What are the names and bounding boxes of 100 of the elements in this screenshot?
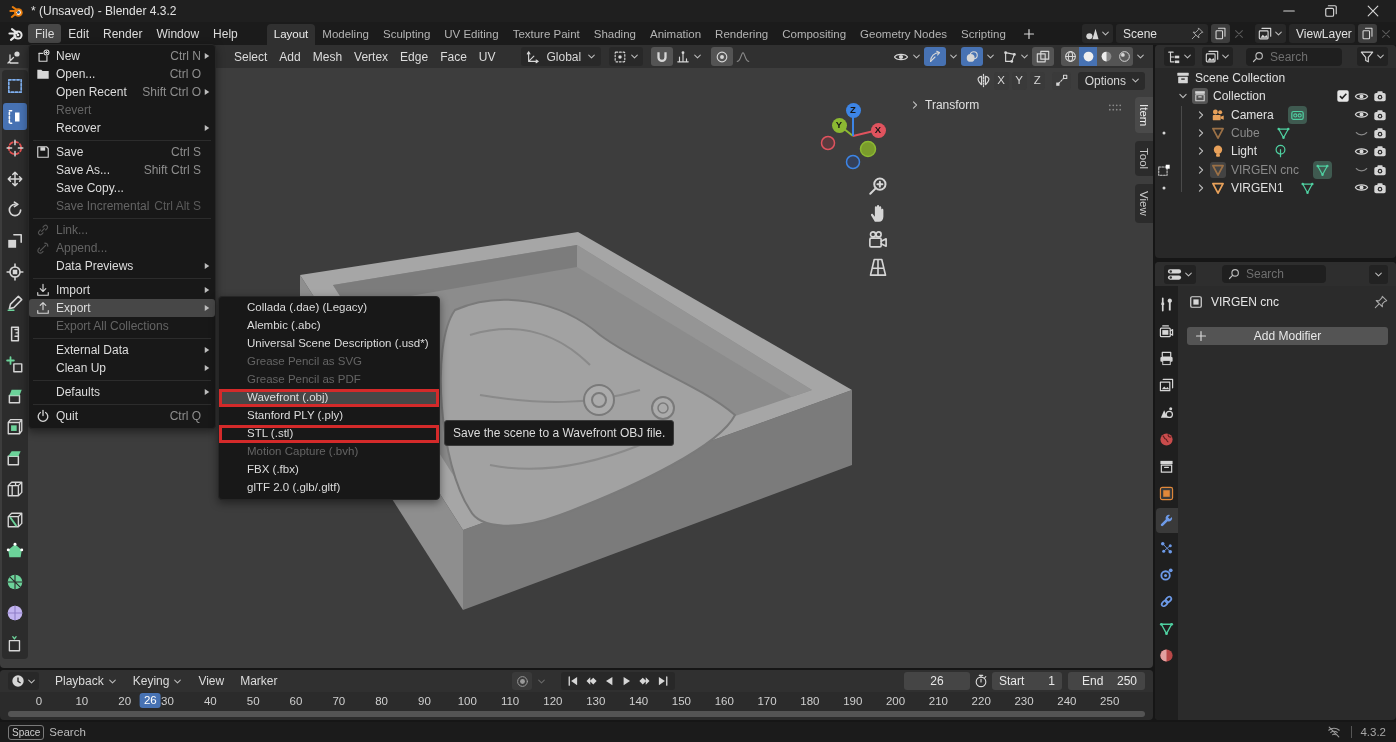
pin-icon[interactable] xyxy=(1374,295,1388,309)
viewport-editor-icon[interactable] xyxy=(6,48,22,65)
workspace-tab[interactable]: Modeling xyxy=(315,24,376,45)
menu-item[interactable]: Clean Up xyxy=(29,359,215,377)
menu-item[interactable]: Data Previews xyxy=(29,257,215,275)
mesh-vertices-icon[interactable] xyxy=(1003,49,1017,64)
mirror-axis-button[interactable]: X xyxy=(993,71,1009,90)
checkbox[interactable] xyxy=(1336,89,1350,104)
menu-item[interactable]: Help xyxy=(206,24,245,43)
pivot-dropdown[interactable] xyxy=(609,47,644,66)
view-layer-field[interactable]: ViewLayer xyxy=(1289,24,1355,43)
menu-item[interactable]: FBX (.fbx) xyxy=(219,461,439,479)
stopwatch-icon[interactable] xyxy=(974,674,988,688)
butterfly-mirror-icon[interactable] xyxy=(975,73,991,88)
menu-item[interactable]: Quit Ctrl Q xyxy=(29,407,215,425)
chevron-down-icon[interactable] xyxy=(693,52,703,61)
mirror-axis-button[interactable]: Y xyxy=(1011,71,1027,90)
viewport-toggle[interactable] xyxy=(961,47,983,66)
display-mode-button[interactable] xyxy=(1164,47,1195,66)
menu-item[interactable]: STL (.stl) xyxy=(219,425,439,443)
menu-item[interactable]: Stanford PLY (.ply) xyxy=(219,407,439,425)
menu-item[interactable]: Wavefront (.obj) xyxy=(219,389,439,407)
menu-item[interactable]: Collada (.dae) (Legacy) xyxy=(219,299,439,317)
header-menu[interactable]: Face xyxy=(434,47,473,66)
add-modifier-button[interactable]: Add Modifier xyxy=(1187,327,1388,345)
timeline-menu[interactable]: Marker xyxy=(234,671,284,691)
menu-item[interactable]: New Ctrl N xyxy=(29,47,215,65)
outliner-item[interactable]: Collection xyxy=(1213,89,1266,104)
sidebar-tab[interactable]: View xyxy=(1135,184,1153,224)
axis-handle[interactable]: Z xyxy=(845,102,861,118)
editor-type-button[interactable] xyxy=(1164,264,1196,284)
menu-item[interactable]: Save Copy... xyxy=(29,179,215,197)
zoom-icon[interactable] xyxy=(868,176,888,196)
sidebar-tab[interactable]: Item xyxy=(1135,97,1153,134)
view-layer-browse-button[interactable] xyxy=(1255,24,1286,43)
triangle-icon[interactable] xyxy=(1210,125,1226,142)
viewport-toggle[interactable] xyxy=(924,47,946,66)
menu-item[interactable]: glTF 2.0 (.glb/.gltf) xyxy=(219,479,439,497)
copy-icon[interactable] xyxy=(1358,24,1377,43)
header-menu[interactable]: Vertex xyxy=(348,47,395,66)
shading-mode-button[interactable] xyxy=(1097,47,1115,66)
pin-icon[interactable] xyxy=(1191,27,1204,40)
snap-target-icon[interactable] xyxy=(676,49,691,64)
workspace-tab[interactable]: Layout xyxy=(266,24,316,45)
orientation-dropdown[interactable]: Global xyxy=(521,47,602,66)
camera-icon[interactable] xyxy=(1373,162,1387,177)
falloff-curve-icon[interactable] xyxy=(736,49,751,64)
camera-icon[interactable] xyxy=(1373,89,1387,104)
menu-item[interactable]: Save As... Shift Ctrl S xyxy=(29,161,215,179)
chevron-down-icon[interactable] xyxy=(912,52,921,61)
record-button[interactable] xyxy=(512,672,533,690)
menu-item[interactable]: Open... Ctrl O xyxy=(29,65,215,83)
edit-mode-icon[interactable] xyxy=(1157,162,1171,177)
transform-panel-header[interactable]: Transform xyxy=(910,96,980,114)
menu-item[interactable]: Save Ctrl S xyxy=(29,143,215,161)
chevron-down-icon[interactable] xyxy=(949,52,958,61)
menu-item[interactable]: File xyxy=(28,24,62,43)
timeline-menu[interactable]: View xyxy=(192,671,231,691)
maximize-icon[interactable] xyxy=(1324,4,1338,18)
triangle-icon[interactable] xyxy=(1210,161,1226,178)
menu-item[interactable]: Export xyxy=(29,299,215,317)
header-menu[interactable]: Select xyxy=(228,47,274,66)
menu-item[interactable]: Open Recent Shift Ctrl O xyxy=(29,83,215,101)
outliner-item[interactable]: Light xyxy=(1231,144,1258,159)
workspace-tab[interactable]: Texture Paint xyxy=(505,24,587,45)
workspace-tab[interactable]: UV Editing xyxy=(437,24,506,45)
outliner-item[interactable]: VIRGEN1 xyxy=(1231,180,1284,195)
workspace-tab[interactable]: Compositing xyxy=(775,24,854,45)
chevron-down-icon[interactable] xyxy=(986,52,995,61)
camera-data-icon[interactable] xyxy=(1287,105,1307,124)
blender-logo-icon[interactable] xyxy=(8,25,24,42)
previous-keyframe-icon[interactable] xyxy=(585,675,598,687)
viewport-toggle[interactable] xyxy=(1032,47,1054,66)
menu-item[interactable]: Edit xyxy=(61,24,97,43)
outliner-item[interactable]: VIRGEN cnc xyxy=(1231,162,1299,177)
snap-toggle[interactable] xyxy=(651,47,674,66)
jump-end-icon[interactable] xyxy=(657,675,670,687)
movie-camera-icon[interactable] xyxy=(868,230,888,250)
options-dropdown[interactable]: Options xyxy=(1077,71,1145,90)
chevron-down-icon[interactable] xyxy=(1020,52,1029,61)
outliner-item[interactable]: Scene Collection xyxy=(1195,71,1286,86)
outliner-item[interactable]: Cube xyxy=(1231,126,1260,141)
start-frame-field[interactable]: Start 1 xyxy=(992,672,1062,690)
camera-icon[interactable] xyxy=(1373,144,1387,159)
shading-mode-button[interactable] xyxy=(1061,47,1079,66)
properties-tab[interactable] xyxy=(1155,508,1178,533)
header-menu[interactable]: Add xyxy=(273,47,307,66)
scene-name-field[interactable]: Scene xyxy=(1116,24,1208,43)
current-frame-indicator[interactable]: 26 xyxy=(140,693,161,708)
camera-icon[interactable] xyxy=(1373,180,1387,195)
current-frame-field[interactable]: 26 xyxy=(904,672,970,690)
sidebar-tab[interactable]: Tool xyxy=(1135,141,1153,177)
shading-mode-button[interactable] xyxy=(1115,47,1133,66)
editor-type-button[interactable] xyxy=(8,672,39,690)
add-workspace-icon[interactable] xyxy=(1022,27,1035,40)
menu-item[interactable]: Universal Scene Description (.usd*) xyxy=(219,335,439,353)
perspective-grid-icon[interactable] xyxy=(868,257,888,277)
timeline-menu[interactable]: Keying xyxy=(126,671,189,691)
timeline-scrollbar[interactable] xyxy=(8,711,1145,717)
menu-item[interactable]: External Data xyxy=(29,341,215,359)
